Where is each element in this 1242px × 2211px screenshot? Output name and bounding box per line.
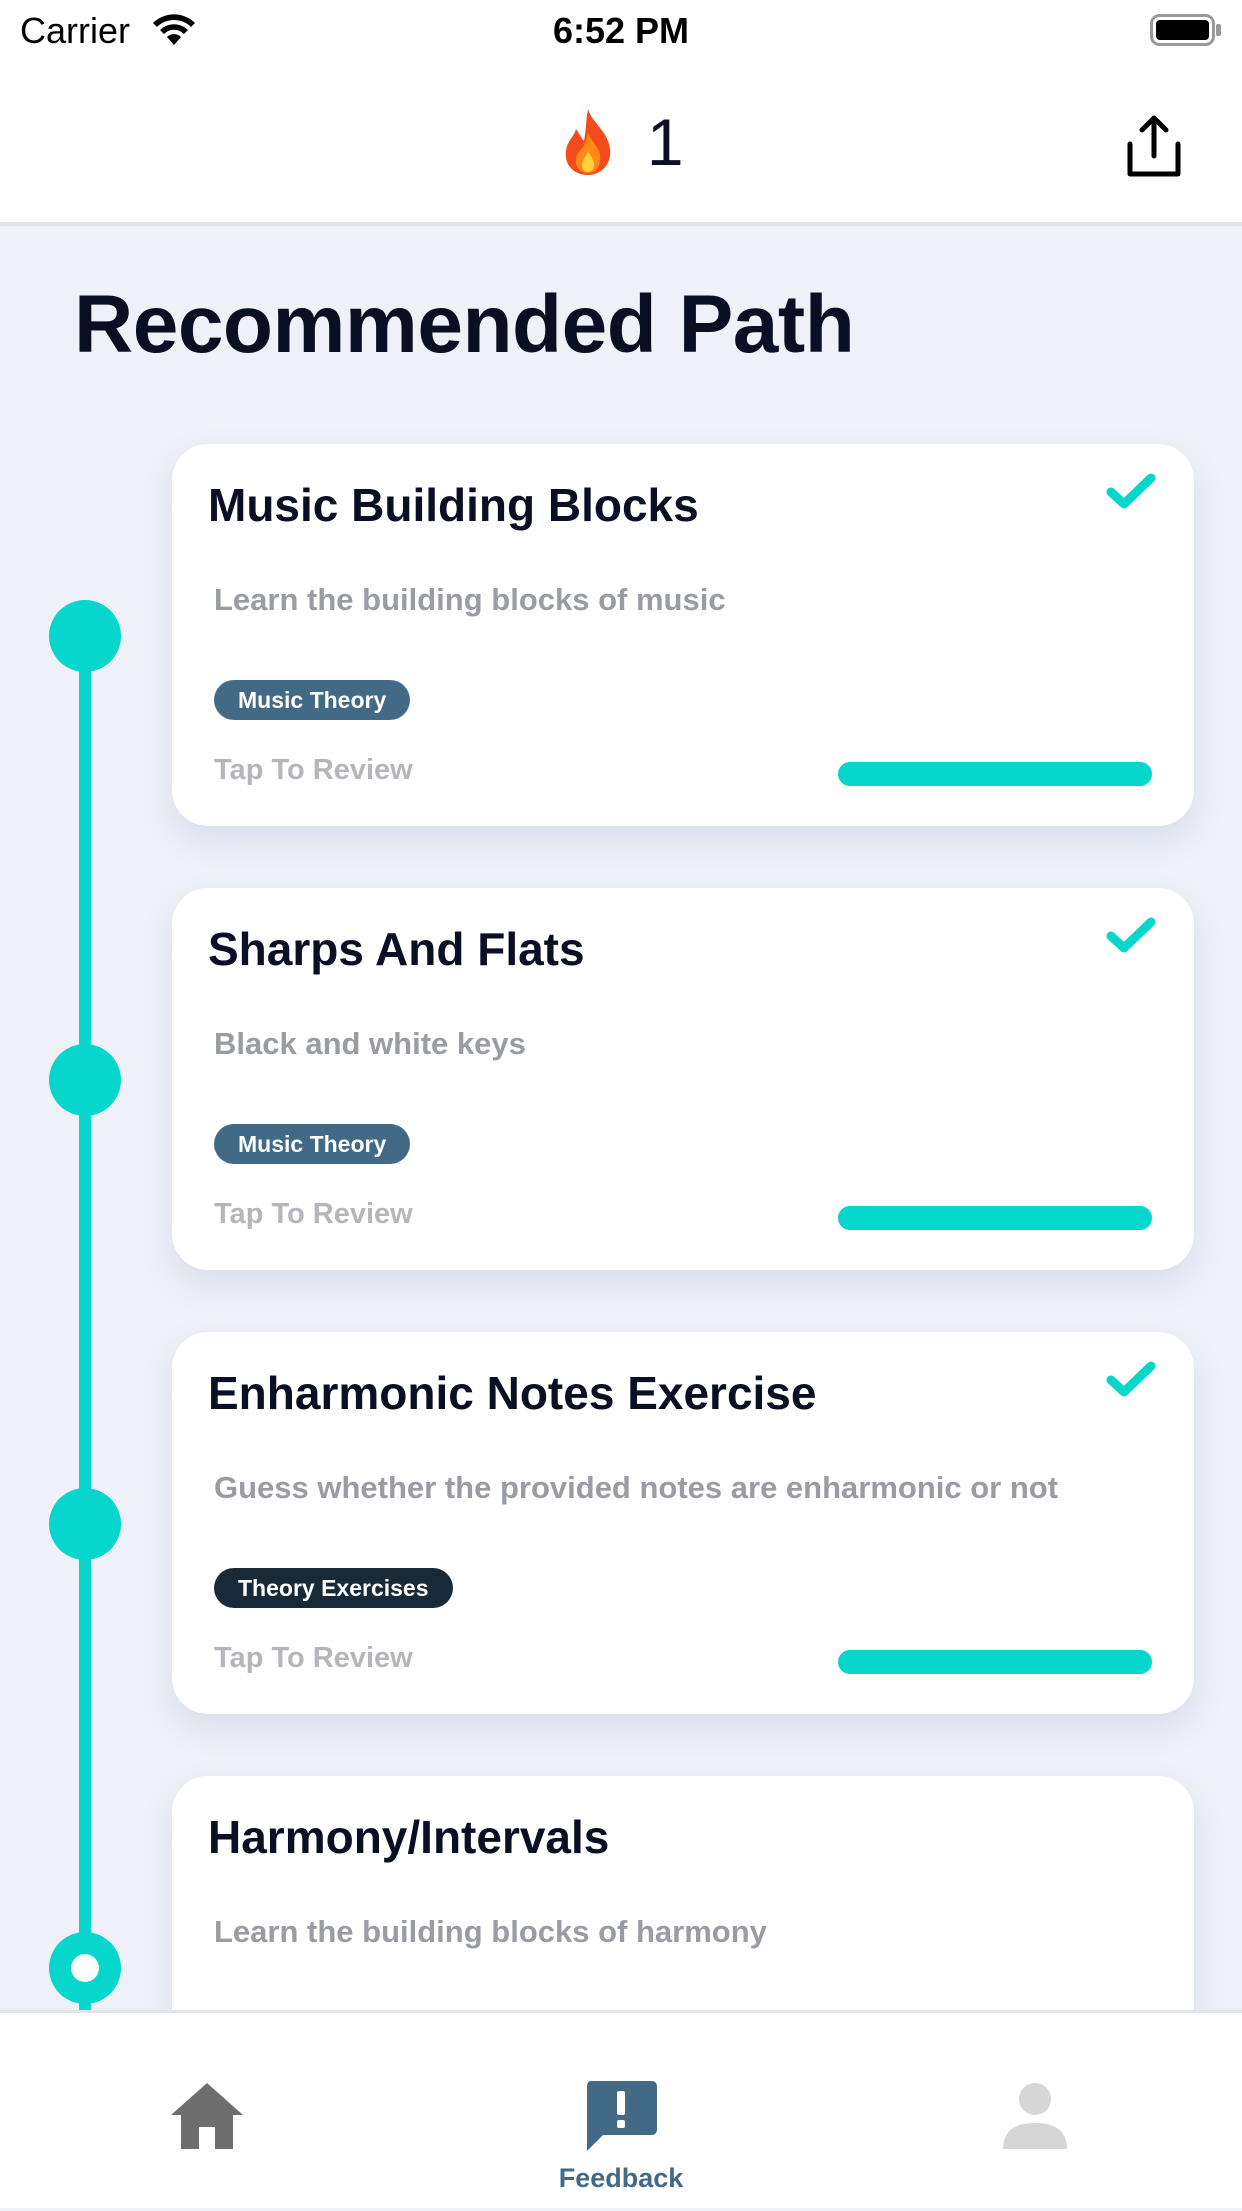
progress-bar: [838, 762, 1152, 786]
lesson-title: Enharmonic Notes Exercise: [208, 1367, 817, 1419]
lesson-title: Harmony/Intervals: [208, 1811, 610, 1863]
tap-to-review-label[interactable]: Tap To Review: [214, 1642, 413, 1675]
checkmark-icon: [1106, 473, 1156, 509]
category-tag: Music Theory: [214, 680, 411, 720]
tap-to-review-label[interactable]: Tap To Review: [214, 754, 413, 787]
flame-icon: [566, 109, 611, 175]
progress-fill: [838, 1650, 1152, 1674]
lesson-description: Learn the building blocks of harmony: [214, 1914, 767, 1949]
tab-bar: Feedback: [0, 2010, 1242, 2208]
status-time: 6:52 PM: [552, 10, 690, 51]
lesson-title: Music Building Blocks: [208, 479, 699, 531]
progress-fill: [838, 1206, 1152, 1230]
progress-bar: [838, 1206, 1152, 1230]
path-content[interactable]: Recommended Path Music Building Blocks L…: [0, 230, 1242, 2010]
timeline-dot: [49, 1488, 121, 1560]
progress-bar: [838, 1650, 1152, 1674]
lesson-card[interactable]: Enharmonic Notes Exercise Guess whether …: [172, 1332, 1194, 1714]
tab-profile[interactable]: [828, 2013, 1242, 2211]
timeline-dot-current: [49, 1932, 121, 2004]
page-title: Recommended Path: [74, 279, 855, 370]
timeline-dot: [49, 1044, 121, 1116]
lesson-card[interactable]: Music Building Blocks Learn the building…: [172, 444, 1194, 826]
nav-bar: 1: [0, 62, 1242, 226]
category-tag: Music Theory: [214, 1124, 411, 1164]
checkmark-icon: [1106, 917, 1156, 953]
share-icon[interactable]: [1126, 112, 1182, 178]
profile-icon: [1003, 2083, 1067, 2149]
category-tag: Theory Exercises: [214, 1568, 453, 1608]
lesson-title: Sharps And Flats: [208, 923, 585, 975]
streak-indicator: 1: [0, 104, 1242, 184]
checkmark-icon: [1106, 1361, 1156, 1397]
home-icon: [171, 2083, 243, 2149]
lesson-description: Guess whether the provided notes are enh…: [214, 1470, 1059, 1505]
status-bar: Carrier 6:52 PM: [0, 0, 1242, 62]
timeline-line: [79, 635, 91, 2010]
progress-fill: [838, 762, 1152, 786]
lesson-card[interactable]: Sharps And Flats Black and white keys Mu…: [172, 888, 1194, 1270]
feedback-icon: [587, 2081, 657, 2151]
tab-feedback-label: Feedback: [558, 2163, 684, 2193]
tab-home[interactable]: [0, 2013, 414, 2211]
lesson-description: Black and white keys: [214, 1026, 526, 1061]
timeline-dot: [49, 600, 121, 672]
battery-icon: [1150, 14, 1221, 46]
lesson-card[interactable]: Harmony/Intervals Learn the building blo…: [172, 1776, 1194, 2010]
tap-to-review-label[interactable]: Tap To Review: [214, 1198, 413, 1231]
tab-feedback[interactable]: Feedback: [414, 2013, 828, 2211]
lesson-description: Learn the building blocks of music: [214, 582, 726, 617]
streak-count: 1: [646, 105, 684, 179]
